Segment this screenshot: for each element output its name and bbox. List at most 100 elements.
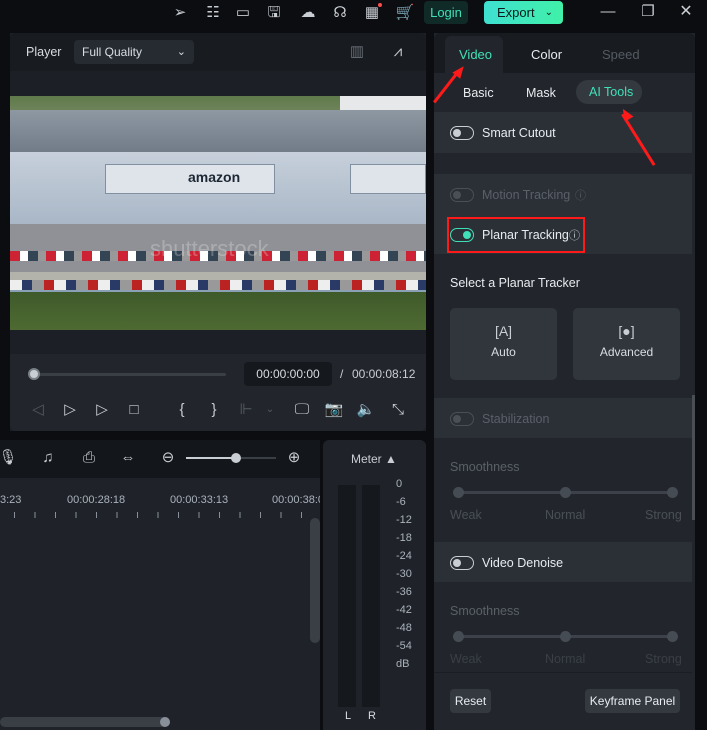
stop-icon[interactable]: □ xyxy=(124,401,144,419)
meter-scale-label: -30 xyxy=(396,568,412,580)
ruler-label: 00:00:38:0 xyxy=(272,494,320,506)
save-icon[interactable]: 🖫 xyxy=(264,4,284,22)
meter-scale-label: -48 xyxy=(396,622,412,634)
smoothness-label: Smoothness xyxy=(450,460,520,474)
layout-icon[interactable]: ▭ xyxy=(233,4,253,22)
watermark: shutterstock xyxy=(150,236,269,261)
channel-left: L xyxy=(345,710,352,722)
headset-icon[interactable]: ☊ xyxy=(330,4,350,22)
login-button[interactable]: Login xyxy=(424,1,468,24)
mark-in-icon[interactable]: { xyxy=(172,401,192,419)
close-icon[interactable]: ✕ xyxy=(676,3,696,21)
meter-bar-right xyxy=(362,485,380,707)
player-label: Player xyxy=(26,45,62,59)
microphone-icon[interactable]: 🎙 xyxy=(0,449,18,467)
weak-label: Weak xyxy=(450,652,482,666)
reset-button[interactable]: Reset xyxy=(450,689,491,713)
export-button[interactable]: Export ⌄ xyxy=(484,1,563,24)
snapshot-icon[interactable]: 📷 xyxy=(324,401,344,419)
vertical-scrollbar[interactable] xyxy=(310,518,320,643)
keyframe-panel-button[interactable]: Keyframe Panel xyxy=(585,689,680,713)
ruler-label: 00:00:28:18 xyxy=(67,494,126,506)
smart-cutout-label: Smart Cutout xyxy=(482,126,556,140)
meter-scale-label: -42 xyxy=(396,604,412,616)
restore-icon[interactable]: ❐ xyxy=(638,3,658,21)
meter-scale-label: -6 xyxy=(396,496,406,508)
video-denoise-label: Video Denoise xyxy=(482,556,564,570)
subtab-basic[interactable]: Basic xyxy=(463,86,494,100)
highlight-box xyxy=(447,217,585,253)
export-label: Export xyxy=(497,5,535,20)
zoom-out-icon[interactable]: ⊖ xyxy=(158,449,178,467)
motion-tracking-label: Motion Tracking xyxy=(482,188,571,202)
next-frame-icon[interactable]: ▷ xyxy=(60,401,80,419)
time-separator: / xyxy=(340,367,344,381)
weak-label: Weak xyxy=(450,508,482,522)
meter-scale-label: -18 xyxy=(396,532,412,544)
waveform-icon[interactable]: ⩘ xyxy=(388,43,408,61)
tab-color[interactable]: Color xyxy=(531,47,562,62)
meter-scale-label: -54 xyxy=(396,640,412,652)
audio-list-icon[interactable]: ♫ xyxy=(38,449,58,467)
ruler-ticks xyxy=(0,512,320,518)
minimize-icon[interactable]: — xyxy=(598,3,618,21)
cart-icon[interactable]: 🛒 xyxy=(395,4,415,22)
stabilization-toggle[interactable] xyxy=(450,412,474,426)
tracker-auto-button[interactable]: [A] Auto xyxy=(450,308,557,380)
help-icon[interactable]: ⓘ xyxy=(575,187,586,203)
quality-dropdown[interactable]: Full Quality ⌄ xyxy=(74,40,194,64)
meter-bar-left xyxy=(338,485,356,707)
ruler-label: 00:00:33:13 xyxy=(170,494,229,506)
tab-speed[interactable]: Speed xyxy=(602,47,640,62)
zoom-in-icon[interactable]: ⊕ xyxy=(284,449,304,467)
meter-scale-label: -36 xyxy=(396,586,412,598)
video-denoise-toggle[interactable] xyxy=(450,556,474,570)
strong-label: Strong xyxy=(645,508,682,522)
advanced-label: Advanced xyxy=(599,345,654,359)
scrubber-handle[interactable] xyxy=(28,368,40,380)
stabilization-smoothness-slider[interactable] xyxy=(453,487,678,498)
chevron-down-icon[interactable]: ⌄ xyxy=(260,401,280,419)
chevron-down-icon[interactable]: ⌄ xyxy=(545,1,553,24)
notification-dot xyxy=(378,3,382,7)
panel-scrollbar[interactable] xyxy=(692,395,695,520)
display-icon[interactable]: 🖵 xyxy=(292,401,312,419)
current-time[interactable]: 00:00:00:00 xyxy=(244,362,332,386)
send-icon[interactable]: ➢ xyxy=(170,4,190,22)
fit-icon[interactable]: ⇔ xyxy=(118,449,138,467)
tab-video[interactable]: Video xyxy=(459,47,492,62)
normal-label: Normal xyxy=(545,508,586,522)
preview-icon[interactable]: ⎙ xyxy=(79,449,99,467)
quality-value: Full Quality xyxy=(82,45,143,59)
auto-label: Auto xyxy=(491,345,516,359)
normal-label: Normal xyxy=(545,652,586,666)
auto-track-icon: [A] xyxy=(494,323,513,339)
select-tracker-label: Select a Planar Tracker xyxy=(450,276,580,290)
chevron-down-icon: ⌄ xyxy=(176,46,186,58)
horizontal-scrollbar[interactable] xyxy=(0,717,170,727)
video-preview[interactable]: amazon shutterstock xyxy=(10,96,426,330)
subtab-mask[interactable]: Mask xyxy=(526,86,556,100)
stabilization-label: Stabilization xyxy=(482,412,550,426)
zoom-handle[interactable] xyxy=(230,453,241,463)
meter-scale-label: dB xyxy=(396,658,410,670)
playback-scrubber[interactable] xyxy=(34,373,226,376)
meter-title[interactable]: Meter ▲ xyxy=(351,452,397,466)
smart-cutout-toggle[interactable] xyxy=(450,126,474,140)
prev-frame-icon[interactable]: ◁ xyxy=(28,401,48,419)
volume-icon[interactable]: 🔈 xyxy=(356,401,376,419)
mark-out-icon[interactable]: } xyxy=(204,401,224,419)
playback-controls xyxy=(10,354,426,431)
insert-icon[interactable]: ⊩ xyxy=(236,401,256,419)
scroll-handle[interactable] xyxy=(160,717,170,727)
smoothness-label: Smoothness xyxy=(450,604,520,618)
play-icon[interactable]: ▷ xyxy=(92,401,112,419)
cloud-icon[interactable]: ☁ xyxy=(298,4,318,22)
fullscreen-icon[interactable]: ⤡ xyxy=(388,401,408,419)
tracker-advanced-button[interactable]: [●] Advanced xyxy=(573,308,680,380)
task-icon[interactable]: ☷ xyxy=(203,4,223,22)
motion-tracking-toggle[interactable] xyxy=(450,188,474,202)
grid-view-icon[interactable]: ▥ xyxy=(347,43,367,61)
subtab-ai-tools[interactable]: AI Tools xyxy=(576,80,642,104)
denoise-smoothness-slider[interactable] xyxy=(453,631,678,642)
